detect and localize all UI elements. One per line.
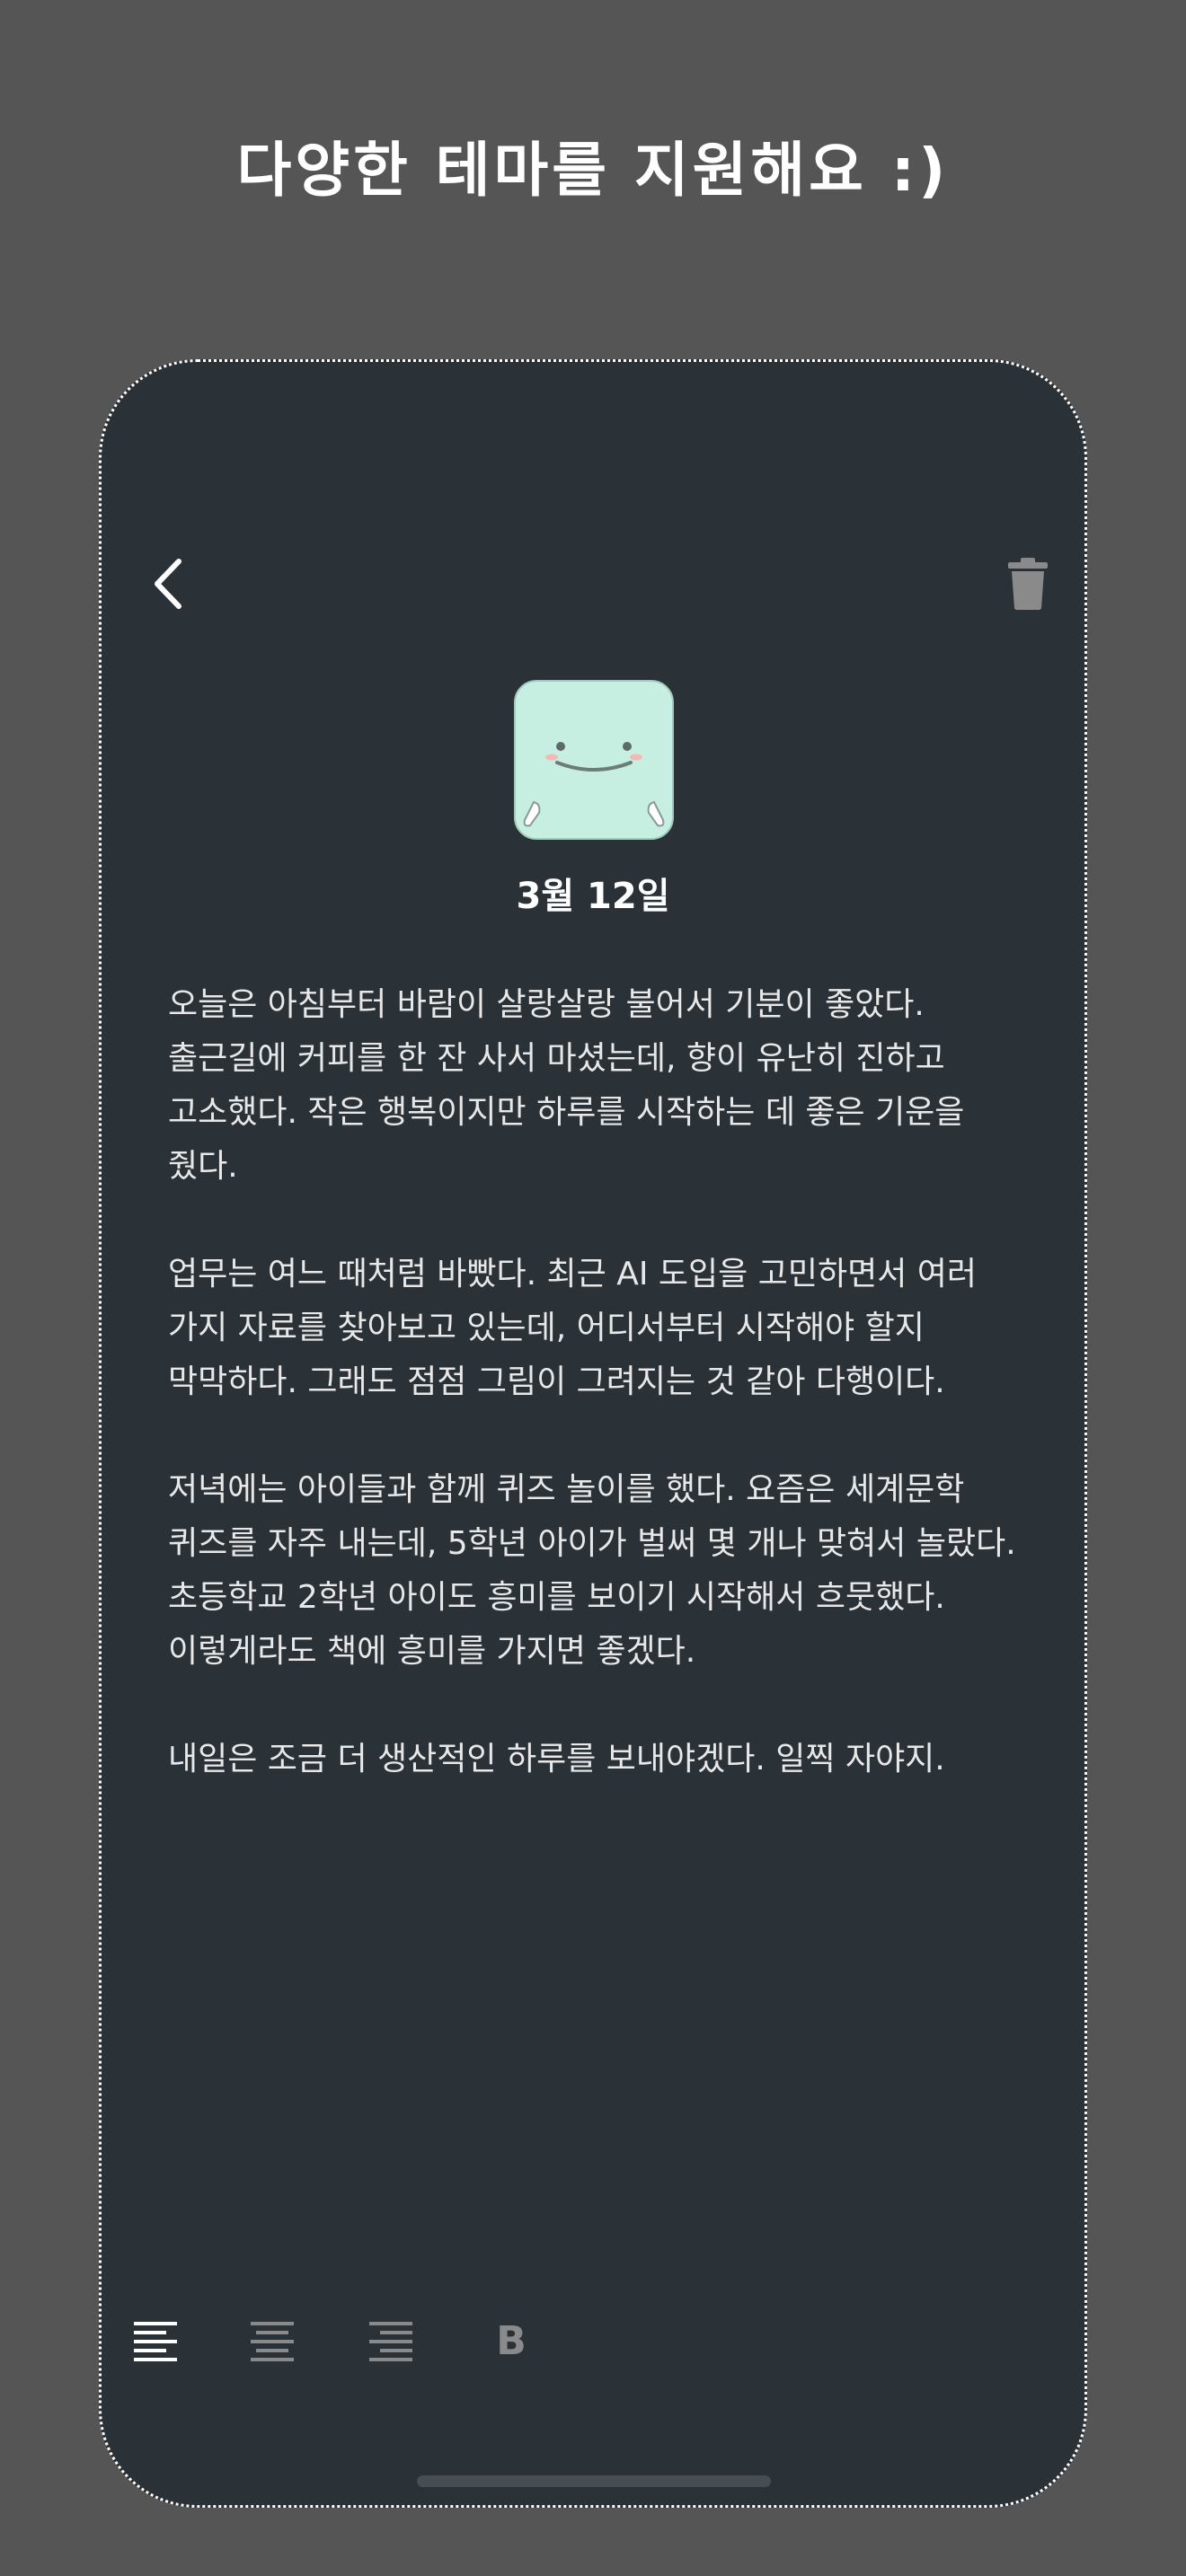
entry-paragraph: 업무는 여느 때처럼 바빴다. 최근 AI 도입을 고민하면서 여러 가지 자료… <box>168 1256 977 1400</box>
home-indicator[interactable] <box>417 2475 771 2487</box>
mood-icon <box>514 680 674 840</box>
align-left-icon <box>134 2322 177 2361</box>
entry-date: 3월 12일 <box>516 876 670 917</box>
align-right-icon <box>369 2322 412 2361</box>
back-button[interactable] <box>145 554 195 613</box>
align-left-button[interactable] <box>132 2316 182 2367</box>
align-center-icon <box>251 2322 294 2361</box>
entry-paragraph: 저녁에는 아이들과 함께 퀴즈 놀이를 했다. 요즘은 세계문학 퀴즈를 자주 … <box>168 1471 1016 1670</box>
align-right-button[interactable] <box>367 2316 418 2367</box>
entry-body[interactable]: 오늘은 아침부터 바람이 살랑살랑 불어서 기분이 좋았다. 출근길에 커피를 … <box>168 978 1022 1840</box>
format-toolbar: B <box>132 2316 617 2370</box>
align-center-button[interactable] <box>249 2316 299 2367</box>
entry-paragraph: 오늘은 아침부터 바람이 살랑살랑 불어서 기분이 좋았다. 출근길에 커피를 … <box>168 986 965 1185</box>
bold-button[interactable]: B <box>486 2316 536 2367</box>
promo-title: 다양한 테마를 지원해요 :) <box>236 136 950 205</box>
smiling-mint-face-icon <box>514 680 674 840</box>
phone-screen: 3월 12일 오늘은 아침부터 바람이 살랑살랑 불어서 기분이 좋았다. 출근… <box>99 359 1087 2508</box>
chevron-left-icon <box>155 559 181 609</box>
trash-icon <box>1008 558 1048 610</box>
delete-button[interactable] <box>1005 556 1051 612</box>
entry-paragraph: 내일은 조금 더 생산적인 하루를 보내야겠다. 일찍 자야지. <box>168 1741 945 1778</box>
